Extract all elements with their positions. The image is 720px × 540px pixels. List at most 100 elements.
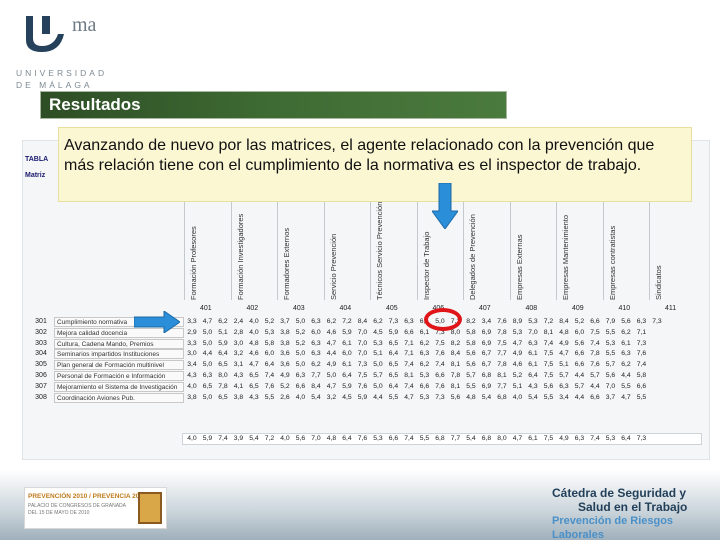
table-cell: 3,8 (280, 328, 290, 336)
table-cell: 6,9 (481, 382, 492, 390)
table-cell: 6,5 (218, 393, 228, 401)
table-row: 302 Mejora calidad docencia 2,9 5,0 5,1 2,8 4,… (30, 327, 710, 339)
table-cell: 4,6 (249, 350, 259, 358)
average-cell: 4,8 (326, 435, 337, 442)
table-cell: 4,7 (512, 339, 523, 347)
table-cell: 6,3 (528, 339, 538, 347)
table-cell: 5,0 (202, 393, 213, 401)
table-row: 307 Mejoramiento el Sistema de Investigac… (30, 381, 710, 393)
average-cell: 7,3 (636, 435, 647, 442)
table-cell: 5,9 (218, 339, 228, 347)
table-cell: 3,0 (187, 350, 197, 358)
table-caption: TABLA (25, 156, 49, 163)
table-row: 301 Cumplimiento normativa 3,3 4,7 6,2 2,4 4,0… (30, 317, 710, 328)
column-header-label: Formación Profesores (189, 226, 198, 300)
table-cell: 7,5 (590, 328, 600, 336)
table-cell: 4,1 (233, 382, 244, 390)
table-cell: 7,8 (590, 350, 600, 358)
column-code: 401 (200, 305, 212, 312)
table-cell: 7,6 (590, 361, 600, 369)
table-cell: 5,3 (264, 328, 275, 336)
table-cell: 2,4 (233, 318, 244, 325)
table-cell: 5,4 (311, 393, 321, 401)
table-cell: 5,8 (466, 328, 476, 336)
table-cell: 7,0 (357, 350, 368, 358)
table-cell: 7,5 (543, 361, 554, 369)
average-cell: 7,2 (264, 435, 275, 442)
average-cell: 5,5 (419, 435, 430, 442)
table-cell: 6,3 (311, 318, 321, 325)
logo-text: ma (72, 14, 97, 36)
average-cell: 5,6 (295, 435, 306, 442)
table-cell: 7,8 (218, 382, 228, 390)
row-code: 303 (35, 339, 47, 347)
row-code: 301 (35, 318, 47, 325)
table-cell: 5,0 (326, 372, 337, 379)
table-cell: 6,2 (311, 361, 321, 369)
table-cell: 7,8 (497, 361, 507, 369)
table-cell: 3,8 (233, 393, 244, 401)
table-cell: 4,5 (342, 393, 352, 401)
table-cell: 4,0 (512, 393, 523, 401)
column-header-label: Empresas Externas (514, 234, 524, 300)
column-header-label: Empresas Mantenimiento (561, 214, 570, 300)
table-cell: 6,3 (419, 350, 430, 358)
table-cell: 5,4 (481, 393, 492, 401)
table-cell: 7,2 (543, 318, 554, 325)
average-cell: 8,0 (497, 435, 507, 442)
table-cell: 6,5 (249, 372, 259, 379)
highlight-circle (424, 308, 462, 331)
table-cell: 8,4 (559, 318, 569, 325)
brand-block: Cátedra de Seguridad y Salud en el Traba… (552, 486, 720, 540)
table-cell: 4,0 (249, 328, 259, 336)
table-cell: 5,3 (512, 328, 523, 336)
table-cell: 4,0 (249, 318, 259, 325)
table-cell: 6,6 (636, 382, 647, 390)
event-logo-line-3: DEL 15 DE MAYO DE 2010 (28, 510, 90, 516)
table-cell: 4,3 (233, 372, 244, 379)
column-header-label: Servicio Prevención (328, 233, 338, 300)
table-cell: 7,4 (435, 361, 445, 369)
table-cell: 7,8 (497, 328, 507, 336)
table-cell: 7,5 (497, 339, 507, 347)
table-cell: 4,4 (574, 393, 585, 401)
table-cell: 5,6 (605, 372, 616, 379)
table-cell: 7,3 (435, 393, 445, 401)
table-cell: 6,4 (264, 361, 275, 369)
table-cell: 7,3 (636, 339, 647, 347)
table-cell: 3,3 (187, 339, 197, 347)
table-cell: 6,1 (621, 339, 631, 347)
average-cell: 6,4 (342, 435, 352, 442)
table-cell: 5,2 (512, 372, 523, 379)
table-cell: 5,9 (342, 328, 352, 336)
table-cell: 7,1 (404, 350, 414, 358)
table-cell: 3,7 (280, 318, 290, 325)
table-cell: 5,0 (373, 361, 383, 369)
table-cell: 6,1 (528, 350, 538, 358)
table-cell: 4,7 (621, 393, 631, 401)
column-code: 409 (572, 305, 584, 312)
table-cell: 5,7 (574, 382, 585, 390)
average-cell: 5,9 (202, 435, 213, 442)
table-cell: 4,7 (404, 393, 414, 401)
row-code: 305 (35, 361, 47, 369)
brand-line-1: Cátedra de Seguridad y (552, 486, 687, 500)
table-cell: 6,3 (295, 372, 306, 379)
column-header-label: Delegados de Prevención (468, 214, 477, 300)
average-cell: 4,0 (280, 435, 290, 442)
table-cell: 4,0 (187, 382, 197, 390)
table-cell: 6,5 (202, 382, 213, 390)
table-cell: 6,9 (481, 328, 492, 336)
table-cell: 6,5 (249, 382, 259, 390)
row-code: 302 (35, 328, 47, 336)
table-cell: 8,4 (357, 318, 368, 325)
table-cell: 6,6 (435, 372, 445, 379)
table-cell: 5,0 (295, 350, 306, 358)
table-cell: 8,2 (450, 339, 461, 347)
table-cell: 4,0 (295, 393, 306, 401)
table-cell: 6,5 (388, 361, 399, 369)
table-cell: 4,9 (512, 350, 523, 358)
table-cell: 7,5 (357, 372, 368, 379)
row-label: Mejoramiento el Sistema de Investigación (54, 381, 184, 392)
table-cell: 3,4 (481, 318, 492, 325)
